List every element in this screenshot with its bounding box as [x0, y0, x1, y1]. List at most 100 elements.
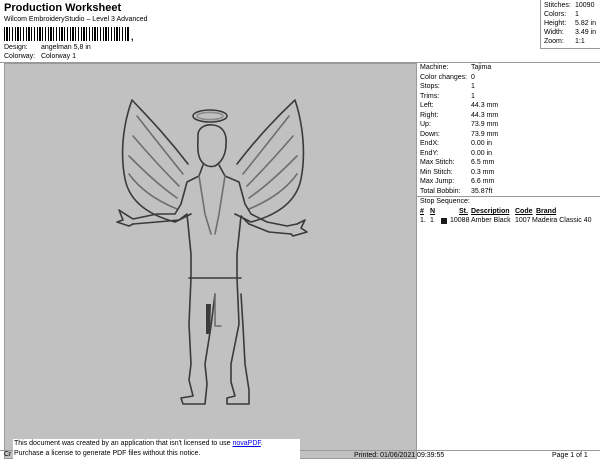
crotch-detail — [214, 293, 222, 327]
machine-label: Down: — [420, 130, 440, 138]
col-st: St. — [459, 208, 468, 215]
worksheet-header: Production Worksheet Wilcom EmbroiderySt… — [0, 0, 600, 63]
machine-row: Min Stitch: 0.3 mm — [420, 169, 494, 176]
license-notice: This document was created by an applicat… — [13, 439, 300, 461]
right-leg-outline — [226, 277, 250, 405]
machine-label: Machine: — [420, 64, 449, 71]
machine-row: Stops: 1 — [420, 83, 475, 90]
stop-sequence: Stop Sequence: # N St. Description Code … — [417, 198, 600, 238]
right-wing-feathers — [242, 115, 298, 210]
left-arm-outline — [124, 164, 204, 279]
machine-row: Down: 73.9 mm — [420, 131, 498, 138]
machine-label: Trims: — [420, 92, 440, 100]
row-description: Amber Black — [471, 217, 511, 224]
machine-label: Right: — [420, 111, 439, 119]
stat-label: Colors: — [544, 11, 567, 18]
machine-value: 1 — [471, 92, 475, 100]
machine-value: Tajima — [471, 64, 492, 71]
machine-row: Up: 73.9 mm — [420, 121, 498, 128]
head-outline — [196, 124, 227, 168]
stat-value: 3.49 in — [575, 29, 597, 36]
software-subtitle: Wilcom EmbroideryStudio – Level 3 Advanc… — [4, 16, 148, 23]
machine-label: Stops: — [420, 83, 440, 90]
stat-value: 5.82 in — [575, 20, 597, 27]
machine-value: 0.00 in — [471, 140, 493, 147]
stat-label: Width: — [544, 29, 564, 36]
machine-value: 44.3 mm — [471, 102, 499, 109]
barcode — [4, 27, 130, 41]
design-preview — [4, 63, 417, 459]
license-notice-line1: This document was created by an applicat… — [14, 439, 300, 449]
design-value: angelman 5,8 in — [40, 44, 91, 51]
machine-value: 0.3 mm — [471, 168, 495, 176]
row-code: 1007 — [515, 217, 531, 224]
left-leg-outline — [180, 277, 216, 405]
colorway-value: Colorway 1 — [40, 53, 76, 60]
machine-info: Machine: Tajima Color changes: 0 Stops: 1 T… — [417, 63, 600, 197]
colorway-label: Colorway: — [4, 53, 36, 60]
machine-value: 0.00 in — [471, 149, 493, 157]
design-line: Design: angelman 5,8 in — [4, 44, 91, 51]
design-stats: Stitches: 10090 Colors: 1 Height: 5.82 in W… — [540, 0, 600, 49]
angel-embroidery-drawing — [116, 99, 308, 405]
stat-value: 10090 — [575, 2, 595, 9]
colorway-line: Colorway: Colorway 1 — [4, 53, 76, 60]
col-n: N — [430, 208, 436, 215]
col-num: # — [420, 208, 424, 215]
machine-row: Total Bobbin: 35.87ft — [420, 188, 492, 195]
thread-color-swatch — [441, 217, 447, 224]
machine-value: 73.9 mm — [471, 130, 499, 138]
machine-row: EndY: 0.00 in — [420, 150, 492, 157]
footer-cr: Cr — [4, 451, 12, 458]
machine-label: Color changes: — [420, 73, 468, 81]
machine-label: Max Jump: — [420, 178, 455, 185]
row-brand: Madeira Classic 40 — [532, 217, 592, 224]
stat-label: Zoom: — [544, 38, 564, 45]
machine-value: 73.9 mm — [471, 121, 499, 128]
stat-value: 1 — [575, 11, 579, 18]
row-n: 1 — [430, 217, 434, 224]
machine-row: Right: 44.3 mm — [420, 112, 498, 119]
novapdf-link[interactable]: novaPDF — [232, 440, 260, 447]
machine-label: Up: — [420, 121, 431, 128]
machine-label: Min Stitch: — [420, 168, 453, 176]
row-num: 1. — [420, 217, 426, 224]
right-hand — [290, 219, 308, 237]
machine-row: Color changes: 0 — [420, 74, 475, 81]
stat-stitches: Stitches: 10090 — [544, 2, 594, 9]
machine-value: 44.3 mm — [471, 111, 499, 119]
machine-label: EndX: — [420, 140, 440, 147]
halo-inner — [196, 111, 224, 121]
machine-label: Left: — [420, 102, 434, 109]
stat-colors: Colors: 1 — [544, 11, 579, 18]
license-notice-period: . — [260, 440, 263, 447]
machine-label: Max Stitch: — [420, 159, 455, 166]
machine-label: Total Bobbin: — [420, 187, 461, 195]
stat-label: Height: — [544, 20, 567, 27]
machine-row: Trims: 1 — [420, 93, 475, 100]
col-description: Description — [471, 208, 510, 215]
license-notice-line2: Purchase a license to generate PDF files… — [14, 450, 201, 457]
machine-row: Left: 44.3 mm — [420, 102, 498, 109]
machine-value: 6.6 mm — [471, 178, 495, 185]
row-st: 10088 — [450, 217, 470, 224]
machine-value: 0 — [471, 73, 475, 81]
stat-value: 1:1 — [575, 38, 585, 45]
stat-zoom: Zoom: 1:1 — [544, 38, 585, 45]
page-number: Page 1 of 1 — [552, 452, 588, 459]
machine-row: Machine: Tajima — [420, 64, 491, 71]
machine-value: 35.87ft — [471, 187, 493, 195]
left-wing-feathers — [128, 115, 184, 210]
design-label: Design: — [4, 44, 28, 51]
machine-row: Max Jump: 6.6 mm — [420, 178, 494, 185]
license-notice-text: This document was created by an applicat… — [14, 440, 231, 447]
right-arm-outline — [218, 164, 298, 279]
stat-width: Width: 3.49 in — [544, 29, 596, 36]
machine-label: EndY: — [420, 149, 439, 157]
stat-height: Height: 5.82 in — [544, 20, 596, 27]
page-title: Production Worksheet — [4, 2, 122, 14]
machine-row: Max Stitch: 6.5 mm — [420, 159, 494, 166]
col-code: Code — [515, 208, 533, 215]
printed-timestamp: Printed: 01/06/2021 09:39:55 — [354, 452, 445, 459]
jacket-lapels — [198, 175, 226, 235]
